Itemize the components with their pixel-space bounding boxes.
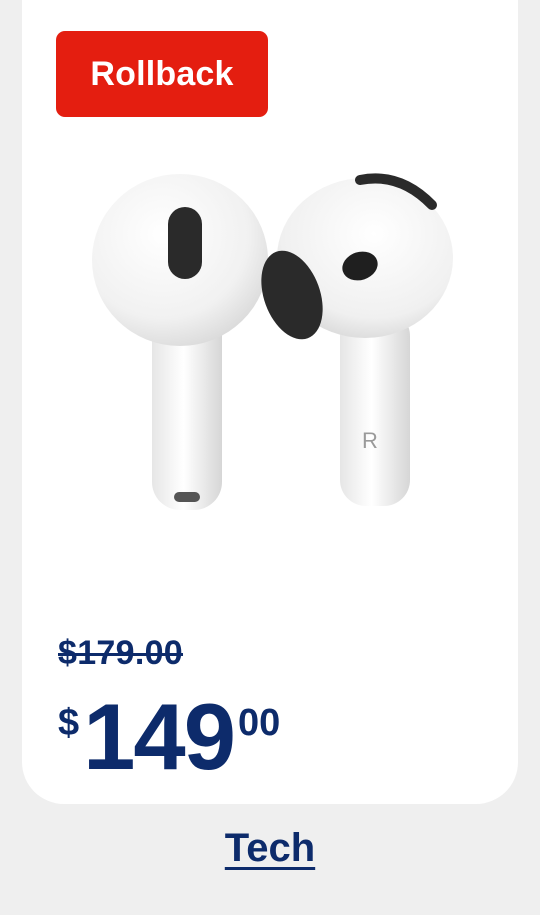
left-earbud-grille bbox=[168, 207, 202, 279]
category-link-tech[interactable]: Tech bbox=[0, 826, 540, 871]
earbuds-illustration: R bbox=[92, 173, 453, 510]
rollback-badge-label: Rollback bbox=[90, 54, 234, 93]
was-price: $179.00 bbox=[58, 634, 184, 672]
right-earbud-marking: R bbox=[362, 428, 378, 453]
price-cents: 00 bbox=[237, 702, 281, 744]
current-price: $ 149 00 bbox=[58, 690, 280, 784]
price-currency: $ bbox=[58, 702, 80, 744]
earbuds-image[interactable]: R bbox=[80, 160, 470, 530]
rollback-badge: Rollback bbox=[56, 31, 268, 117]
left-earbud-mic bbox=[174, 492, 200, 502]
price-whole: 149 bbox=[83, 684, 236, 789]
right-earbud-stem bbox=[340, 310, 410, 506]
